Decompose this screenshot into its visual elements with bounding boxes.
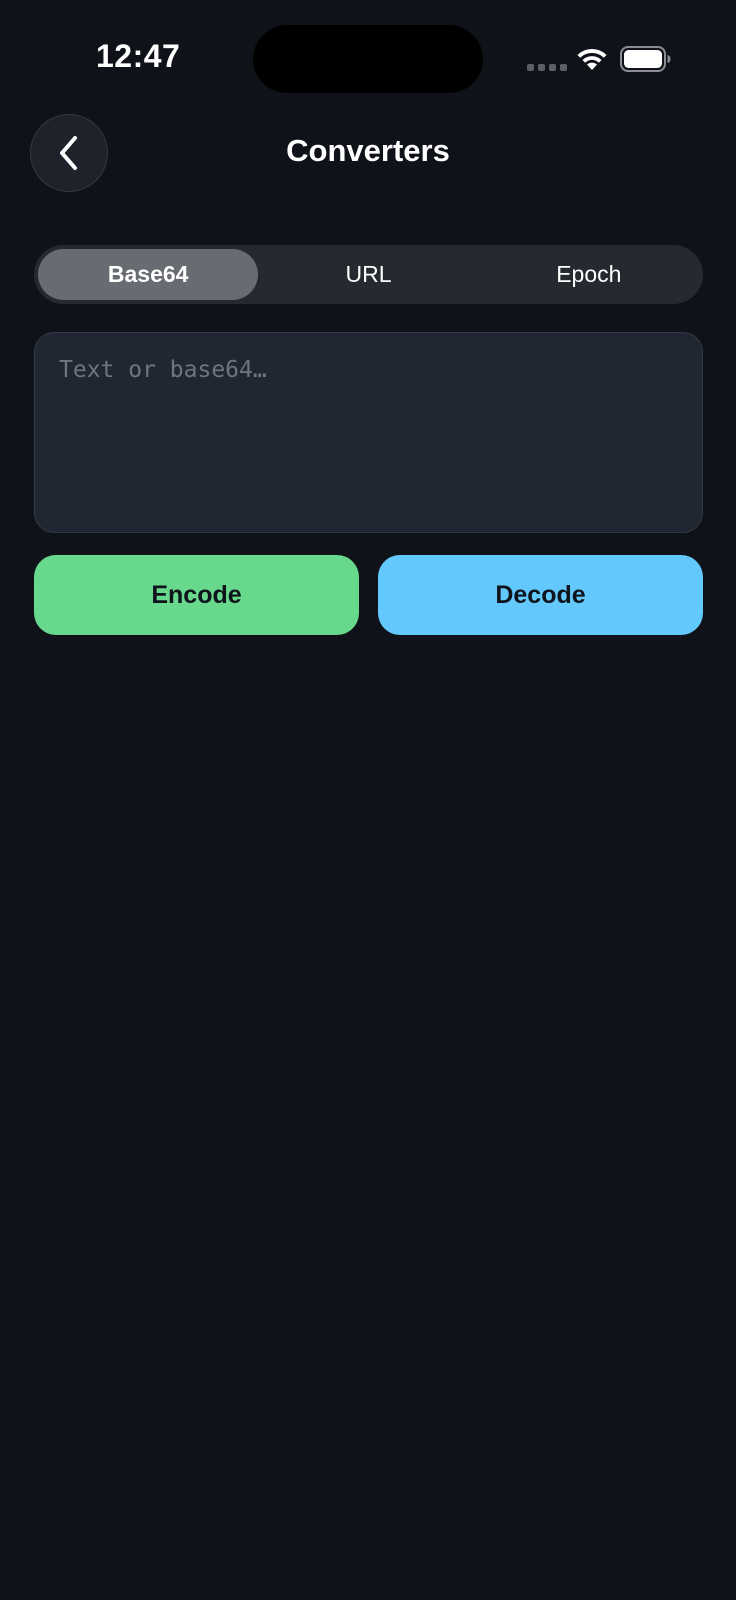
decode-button[interactable]: Decode	[378, 555, 703, 635]
tab-base64[interactable]: Base64	[38, 249, 259, 300]
wifi-icon	[577, 48, 607, 70]
status-time: 12:47	[96, 38, 181, 74]
page-title: Converters	[286, 133, 450, 168]
converter-type-tabs: Base64 URL Epoch	[34, 245, 703, 304]
converters-screen: 12:47 Converters Base64 URL Epoch Encode…	[0, 0, 736, 1600]
dynamic-island	[253, 25, 483, 93]
tab-url[interactable]: URL	[258, 249, 478, 300]
encode-button[interactable]: Encode	[34, 555, 359, 635]
tab-epoch[interactable]: Epoch	[479, 249, 699, 300]
cellular-signal-icon	[527, 64, 567, 71]
battery-icon	[620, 46, 671, 72]
text-input[interactable]	[34, 332, 703, 533]
